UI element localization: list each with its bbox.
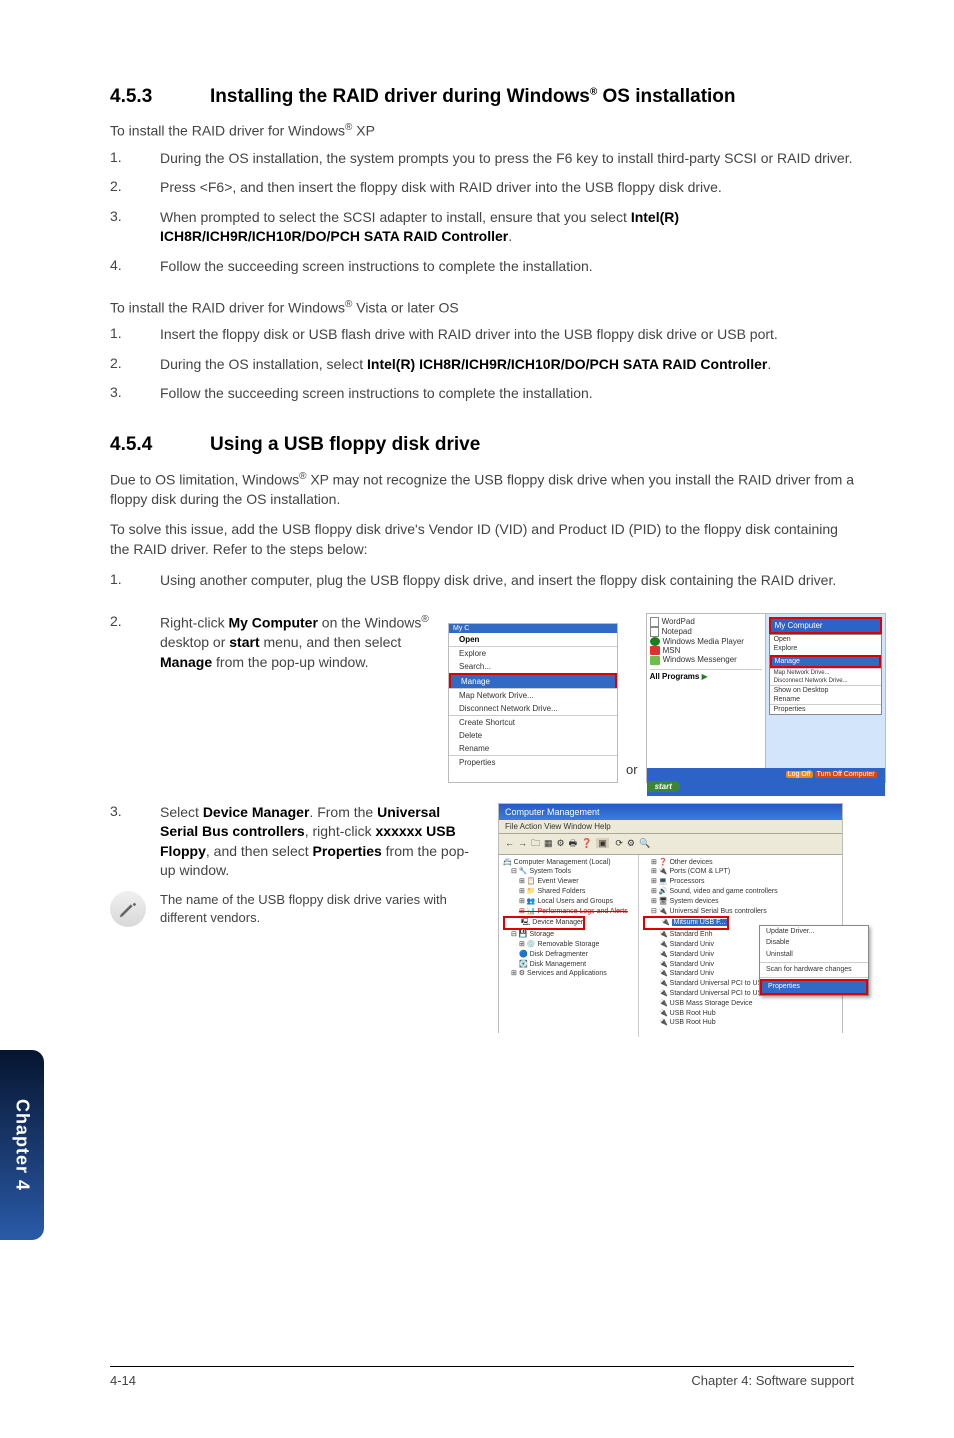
heading-454: 4.5.4Using a USB floppy disk drive: [110, 434, 854, 456]
vista-steps: 1.Insert the floppy disk or USB flash dr…: [110, 325, 854, 404]
list-item: 1.Insert the floppy disk or USB flash dr…: [110, 325, 854, 345]
list-item: 2.Press <F6>, and then insert the floppy…: [110, 178, 854, 198]
context-menu: Update Driver... Disable Uninstall Scan …: [759, 925, 869, 996]
step-2: 2. Right-click My Computer on the Window…: [110, 613, 430, 672]
note-box: The name of the USB floppy disk drive va…: [110, 891, 480, 927]
device-manager-node[interactable]: 🖳 Device Manager: [503, 916, 585, 930]
usb-floppy-node[interactable]: 🔌 Mitsumi USB F...: [643, 916, 729, 930]
heading-453: 4.5.3Installing the RAID driver during W…: [110, 86, 854, 108]
xp-steps: 1.During the OS installation, the system…: [110, 149, 854, 277]
screenshot-mycomputer-menu: My C Open Explore Search... Manage Map N…: [448, 623, 618, 783]
intro-xp: To install the RAID driver for Windows® …: [110, 122, 854, 139]
list-item: 4.Follow the succeeding screen instructi…: [110, 257, 854, 277]
manage-menu-item[interactable]: Manage: [449, 673, 617, 688]
p454-1: Due to OS limitation, Windows® XP may no…: [110, 470, 854, 510]
note-icon: [110, 891, 146, 927]
list-item: 2.During the OS installation, select Int…: [110, 355, 854, 375]
p454-2: To solve this issue, add the USB floppy …: [110, 520, 854, 559]
page-number: 4-14: [110, 1373, 136, 1388]
list-item: 3.Follow the succeeding screen instructi…: [110, 384, 854, 404]
chapter-label: Chapter 4: Software support: [691, 1373, 854, 1388]
chapter-tab: Chapter 4: [0, 1050, 44, 1240]
list-item: 3.When prompted to select the SCSI adapt…: [110, 208, 854, 247]
properties-menu-item[interactable]: Properties: [760, 979, 868, 995]
step-1: 1.Using another computer, plug the USB f…: [110, 571, 854, 591]
start-manage[interactable]: Manage: [770, 655, 881, 668]
start-mycomputer[interactable]: My Computer: [769, 617, 882, 634]
step-3: 3. Select Device Manager. From the Unive…: [110, 803, 480, 881]
screenshot-start-menu: WordPad Notepad Windows Media Player MSN…: [646, 613, 886, 783]
or-label: or: [618, 762, 646, 777]
screenshot-computer-management: Computer Management File Action View Win…: [498, 803, 843, 1033]
page-footer: 4-14 Chapter 4: Software support: [110, 1366, 854, 1388]
list-item: 1.During the OS installation, the system…: [110, 149, 854, 169]
intro-vista: To install the RAID driver for Windows® …: [110, 299, 854, 316]
